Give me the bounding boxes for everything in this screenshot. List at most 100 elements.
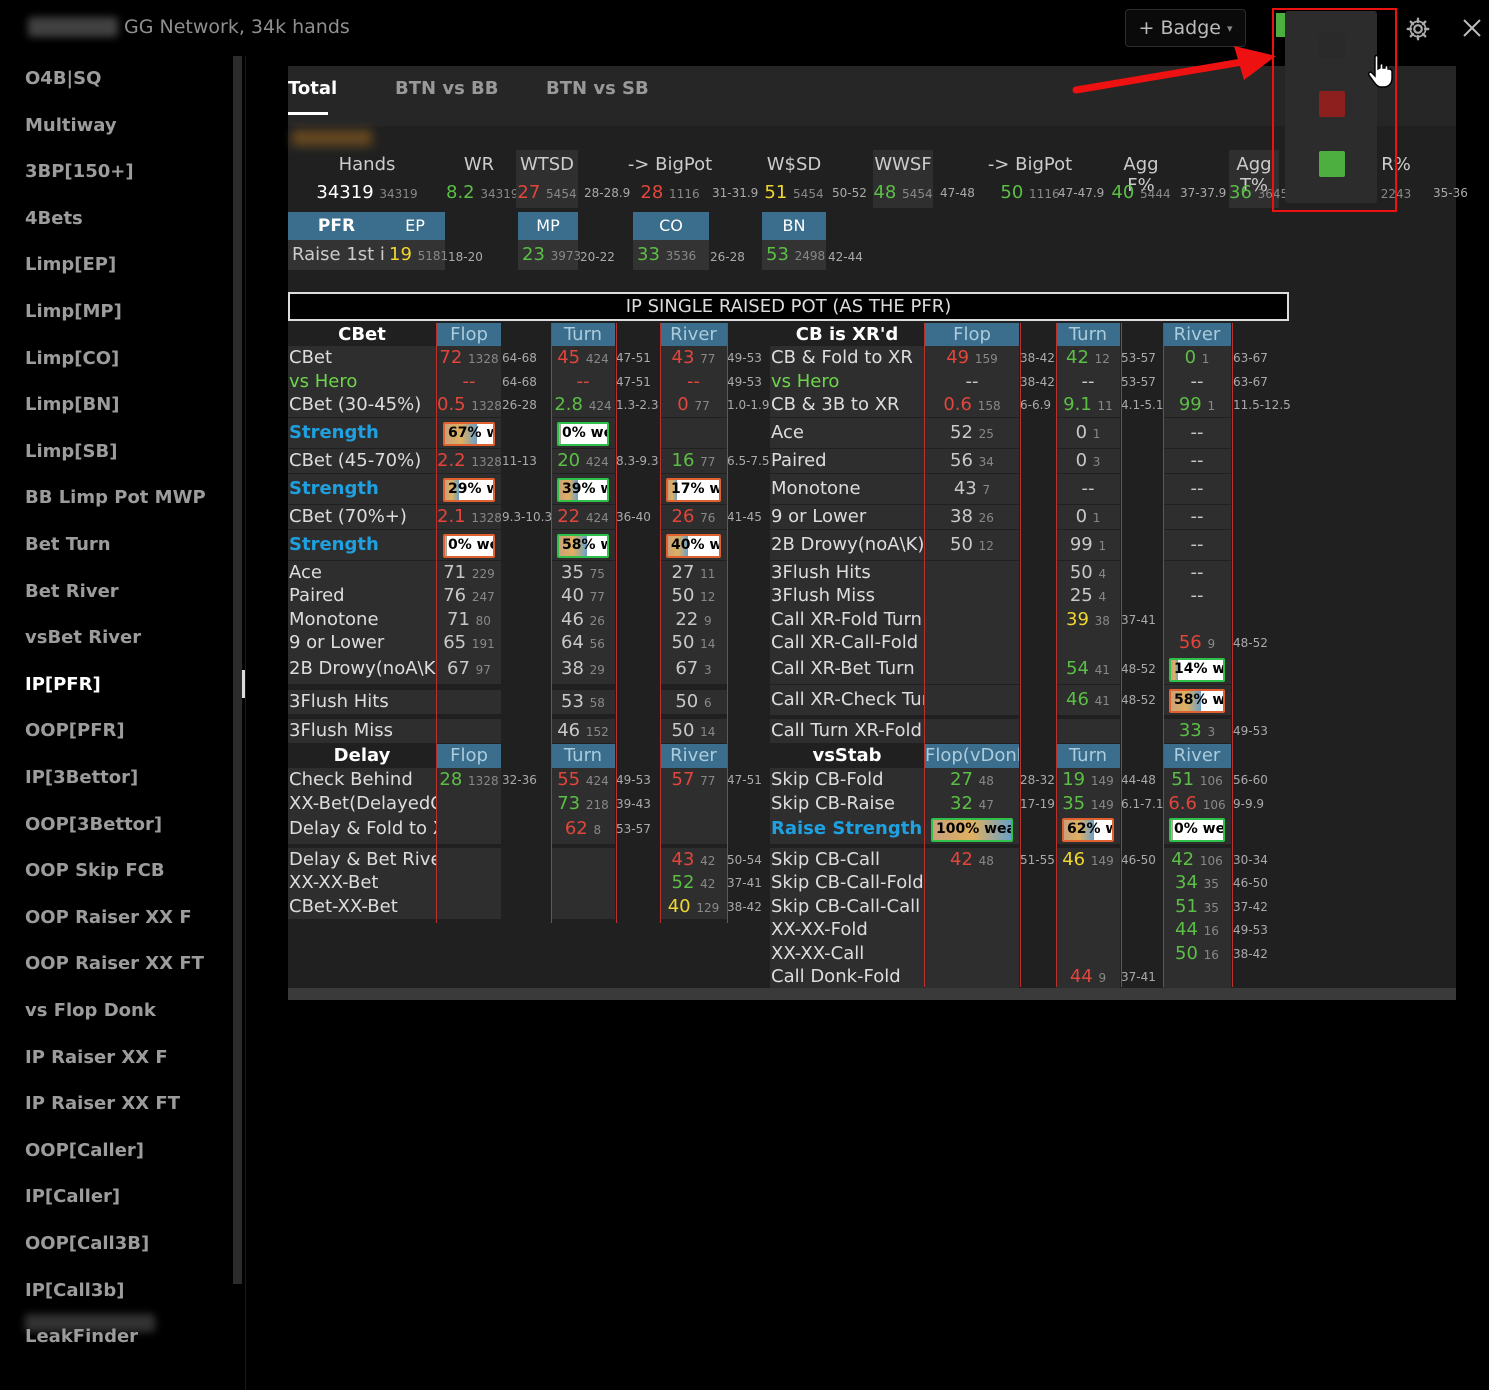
sidebar-item[interactable]: O4B|SQ — [25, 68, 101, 89]
sidebar-item[interactable]: IP[3Bettor] — [25, 767, 138, 788]
stat-cell[interactable]: 51 35 — [1163, 895, 1231, 919]
stat-cell[interactable]: -- — [1163, 449, 1231, 473]
stat-cell[interactable]: 40 77 — [551, 584, 615, 608]
stat-cell[interactable]: 50 6 — [660, 690, 727, 714]
stat-cell[interactable]: 33 3 — [1163, 719, 1231, 743]
strength-bar[interactable]: 17% weak — [666, 478, 721, 502]
stat-cell[interactable]: 72 1328 — [437, 346, 501, 370]
position-value[interactable]: 33 3536 — [633, 240, 709, 270]
stat-cell[interactable]: 39 38 — [1056, 608, 1120, 632]
sidebar-item[interactable]: OOP[PFR] — [25, 720, 125, 741]
stat-cell[interactable]: 43 77 — [660, 346, 727, 370]
stat-value[interactable]: 51 5454 — [764, 182, 824, 203]
stat-cell[interactable]: -- — [1163, 421, 1231, 445]
strength-bar[interactable]: 58% weak — [1169, 689, 1225, 713]
sidebar-item[interactable]: Limp[EP] — [25, 254, 116, 275]
stat-cell[interactable]: 52 42 — [660, 871, 727, 895]
stat-cell[interactable]: 28 1328 — [437, 768, 501, 792]
sidebar-item[interactable]: vsBet River — [25, 627, 141, 648]
strength-bar[interactable]: 0% weak — [1169, 818, 1225, 842]
stat-value[interactable]: 40 5444 — [1108, 182, 1174, 203]
stat-cell[interactable]: 2.8 424 — [551, 393, 615, 417]
position-value[interactable]: 23 3973 — [518, 240, 581, 270]
stat-cell[interactable]: 43 42 — [660, 848, 727, 872]
stat-cell[interactable]: 27 11 — [660, 561, 727, 585]
stat-cell[interactable]: -- — [1163, 533, 1231, 557]
stat-cell[interactable]: -- — [925, 370, 1019, 394]
stat-cell[interactable]: 52 25 — [925, 421, 1019, 445]
stat-value[interactable]: 28 1116 — [618, 182, 722, 203]
strength-bar[interactable]: 39% weak — [557, 478, 609, 502]
stat-cell[interactable]: 0 1 — [1056, 505, 1120, 529]
sidebar-item[interactable]: BB Limp Pot MWP — [25, 487, 206, 508]
stat-cell[interactable]: -- — [551, 370, 615, 394]
stat-cell[interactable]: -- — [1163, 561, 1231, 585]
stat-value[interactable]: 36 3645 — [1229, 182, 1288, 203]
stat-cell[interactable]: 50 14 — [660, 631, 727, 655]
stat-cell[interactable]: 49 159 — [925, 346, 1019, 370]
stat-cell[interactable]: 44 16 — [1163, 918, 1231, 942]
strength-bar[interactable]: 62% weak — [1062, 818, 1114, 842]
sidebar-item[interactable]: OOP[3Bettor] — [25, 814, 162, 835]
stat-cell[interactable]: 19 149 — [1056, 768, 1120, 792]
sidebar-item[interactable]: IP[Call3b] — [25, 1280, 124, 1301]
stat-cell[interactable]: 6.6 106 — [1163, 792, 1231, 816]
stat-cell[interactable]: 22 424 — [551, 505, 615, 529]
stat-cell[interactable]: 46 152 — [551, 719, 615, 743]
stat-cell[interactable]: 22 9 — [660, 608, 727, 632]
stat-cell[interactable]: 0.6 158 — [925, 393, 1019, 417]
stat-cell[interactable]: 56 34 — [925, 449, 1019, 473]
stat-cell[interactable]: -- — [1163, 584, 1231, 608]
strength-bar[interactable]: 67% weak — [443, 422, 495, 446]
stat-cell[interactable]: 20 424 — [551, 449, 615, 473]
stat-cell[interactable]: 55 424 — [551, 768, 615, 792]
stat-value[interactable]: 48 5454 — [873, 182, 933, 203]
sidebar-item[interactable]: OOP Raiser XX F — [25, 907, 192, 928]
stat-cell[interactable]: 64 56 — [551, 631, 615, 655]
stat-value[interactable]: 27 5454 — [516, 182, 578, 203]
stat-cell[interactable]: 62 8 — [551, 817, 615, 841]
strength-bar[interactable]: 40% weak — [666, 534, 721, 558]
stat-cell[interactable]: 50 12 — [925, 533, 1019, 557]
stat-cell[interactable]: 46 41 — [1056, 688, 1120, 712]
stat-cell[interactable]: 54 41 — [1056, 657, 1120, 681]
stat-cell[interactable]: 53 58 — [551, 690, 615, 714]
stat-cell[interactable]: -- — [1056, 370, 1120, 394]
stat-cell[interactable]: 2.2 1328 — [437, 449, 501, 473]
sidebar-item[interactable]: 3BP[150+] — [25, 161, 134, 182]
stat-cell[interactable]: 0 3 — [1056, 449, 1120, 473]
sidebar-item[interactable]: vs Flop Donk — [25, 1000, 156, 1021]
sidebar-item[interactable]: Limp[MP] — [25, 301, 122, 322]
stat-cell[interactable]: 42 106 — [1163, 848, 1231, 872]
stat-cell[interactable]: -- — [437, 370, 501, 394]
sidebar-item[interactable]: IP Raiser XX FT — [25, 1093, 180, 1114]
position-value[interactable]: 53 2498 — [762, 240, 826, 270]
stat-cell[interactable]: 16 77 — [660, 449, 727, 473]
stat-cell[interactable]: 0.5 1328 — [437, 393, 501, 417]
stat-cell[interactable]: 0 1 — [1056, 421, 1120, 445]
stat-cell[interactable]: 35 149 — [1056, 792, 1120, 816]
tab-btn-vs-bb[interactable]: BTN vs BB — [395, 78, 498, 99]
stat-cell[interactable]: 38 26 — [925, 505, 1019, 529]
stat-cell[interactable]: 50 14 — [660, 719, 727, 743]
stat-cell[interactable]: 40 129 — [660, 895, 727, 919]
stat-cell[interactable]: 67 97 — [437, 657, 501, 681]
strength-bar[interactable]: 58% weak — [557, 534, 609, 558]
position-value[interactable]: 19 5181 — [385, 240, 448, 270]
sidebar-item[interactable]: Limp[SB] — [25, 441, 117, 462]
color-swatch-green[interactable] — [1319, 151, 1345, 177]
stat-cell[interactable]: 50 12 — [660, 584, 727, 608]
sidebar-item[interactable]: Limp[CO] — [25, 348, 119, 369]
stat-cell[interactable]: 45 424 — [551, 346, 615, 370]
sidebar-item[interactable]: IP Raiser XX F — [25, 1047, 168, 1068]
strength-bar[interactable]: 0% weak — [557, 422, 609, 446]
stat-cell[interactable]: 44 9 — [1056, 965, 1120, 989]
sidebar-item[interactable]: LeakFinder — [25, 1326, 138, 1347]
stat-cell[interactable]: 57 77 — [660, 768, 727, 792]
sidebar-item[interactable]: Limp[BN] — [25, 394, 120, 415]
stat-cell[interactable]: 50 16 — [1163, 942, 1231, 966]
strength-bar[interactable]: 0% weak — [443, 534, 495, 558]
stat-cell[interactable]: 32 47 — [925, 792, 1019, 816]
color-swatch-red[interactable] — [1319, 91, 1345, 117]
stat-value[interactable]: 34319 34319 — [308, 182, 426, 203]
